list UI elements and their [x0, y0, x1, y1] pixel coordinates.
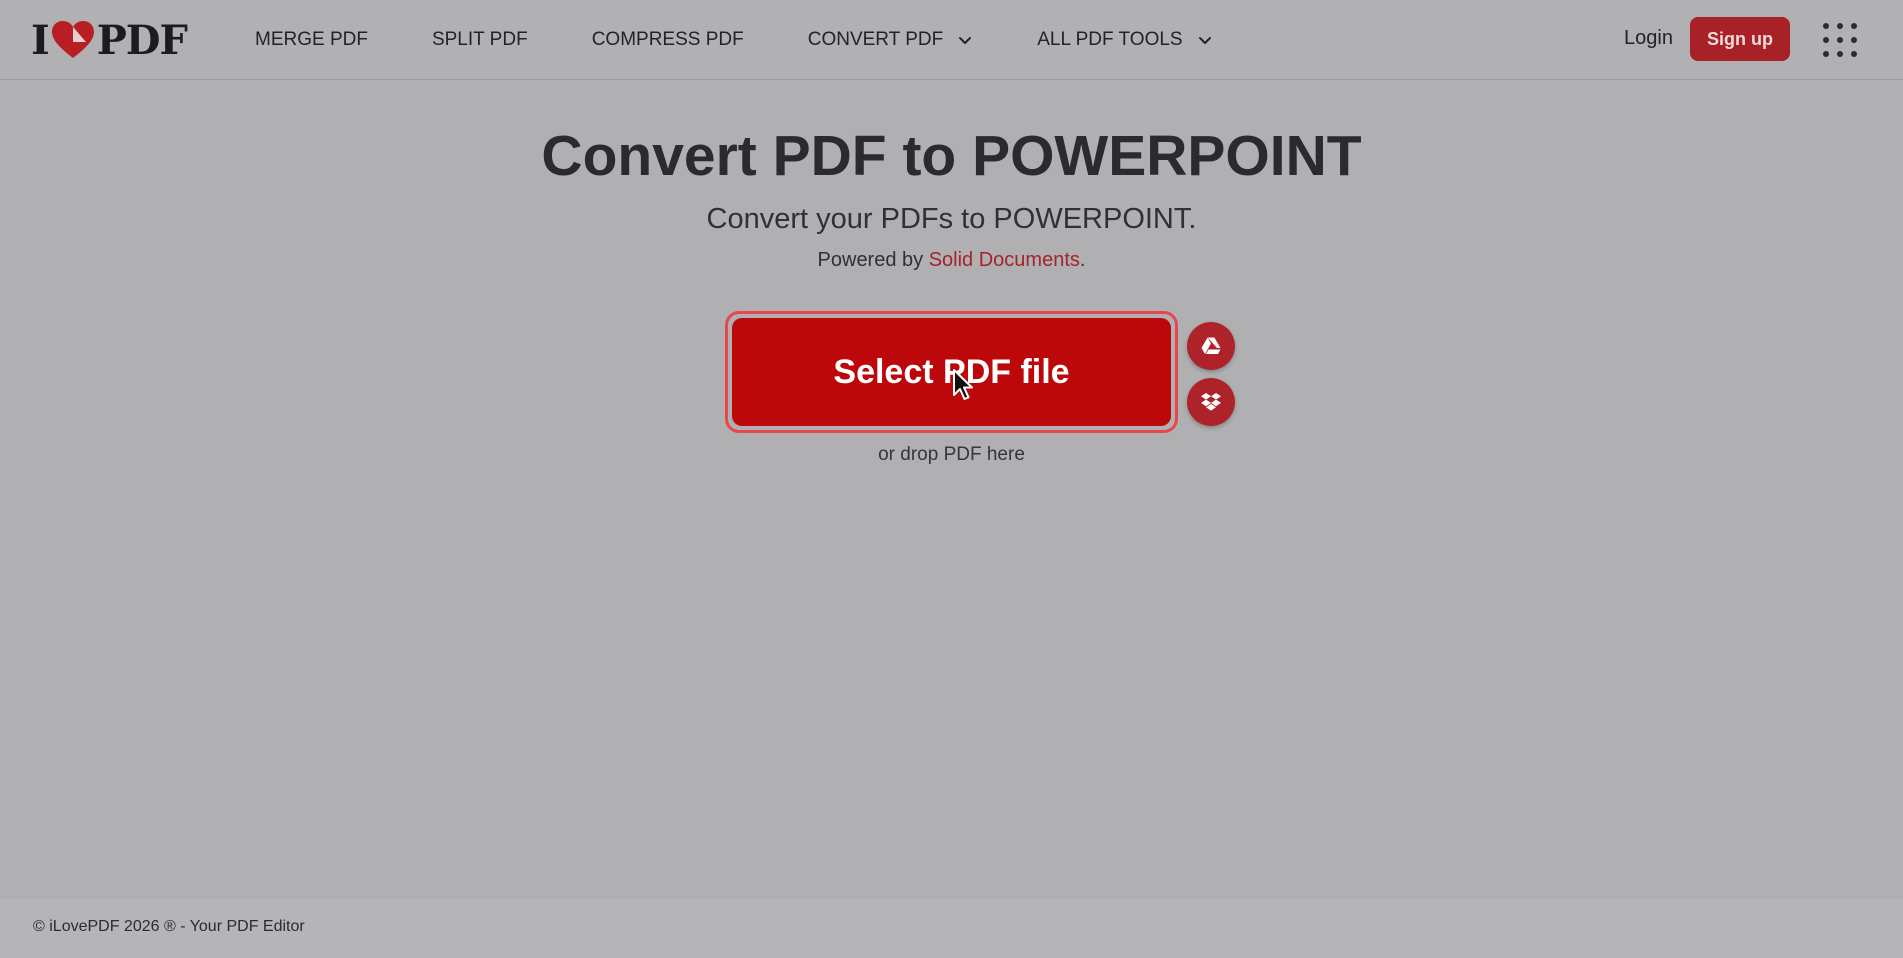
grid-apps-icon[interactable] [1822, 22, 1858, 58]
drop-pdf-hint: or drop PDF here [878, 444, 1025, 465]
apps-dot [1823, 37, 1829, 43]
page-title: Convert PDF to POWERPOINT [541, 124, 1362, 188]
powered-by-prefix: Powered by [817, 249, 929, 271]
apps-dot [1837, 37, 1843, 43]
apps-dot [1837, 23, 1843, 29]
apps-dot [1851, 23, 1857, 29]
main-nav: MERGE PDF SPLIT PDF COMPRESS PDF CONVERT… [255, 0, 1277, 80]
nav-merge-pdf[interactable]: MERGE PDF [255, 29, 368, 51]
login-link[interactable]: Login [1624, 27, 1673, 50]
logo-letters-pdf: PDF [96, 16, 188, 64]
powered-by-text: Powered by Solid Documents. [0, 249, 1903, 272]
apps-dot [1823, 51, 1829, 57]
google-drive-icon [1201, 337, 1221, 354]
dropbox-button[interactable] [1187, 378, 1235, 426]
apps-dot [1837, 51, 1843, 57]
nav-all-pdf-tools-dropdown[interactable]: ALL PDF TOOLS [1037, 29, 1212, 51]
chevron-down-icon [1198, 37, 1211, 44]
powered-by-suffix: . [1079, 249, 1086, 271]
chevron-down-icon [959, 37, 972, 44]
apps-dot [1851, 51, 1857, 57]
nav-merge-pdf-label: MERGE PDF [255, 29, 368, 50]
nav-compress-pdf[interactable]: COMPRESS PDF [592, 29, 744, 51]
logo-letter-i: I [31, 16, 50, 64]
mouse-cursor-icon [953, 369, 973, 400]
apps-dot [1851, 37, 1857, 43]
dropbox-icon [1201, 393, 1221, 411]
page-subtitle: Convert your PDFs to POWERPOINT. [706, 203, 1197, 235]
nav-convert-pdf-dropdown[interactable]: CONVERT PDF [808, 29, 974, 51]
google-drive-button[interactable] [1187, 322, 1235, 370]
apps-dot [1823, 23, 1829, 29]
heart-logo-icon [51, 21, 94, 58]
nav-compress-pdf-label: COMPRESS PDF [591, 29, 744, 50]
ilovepdf-logo[interactable]: I PDF [31, 17, 188, 64]
solid-documents-link[interactable]: Solid Documents [929, 249, 1080, 271]
copyright-text: © iLovePDF 2026 ® - Your PDF Editor [33, 918, 305, 935]
top-navigation-bar: I PDF MERGE PDF SPLIT PDF COMPRESS PDF C… [0, 0, 1903, 80]
signup-button[interactable]: Sign up [1690, 17, 1790, 61]
nav-split-pdf-label: SPLIT PDF [431, 29, 528, 50]
nav-split-pdf[interactable]: SPLIT PDF [432, 29, 528, 51]
nav-convert-pdf-label: CONVERT PDF [807, 29, 944, 50]
nav-all-pdf-tools-label: ALL PDF TOOLS [1037, 29, 1183, 50]
